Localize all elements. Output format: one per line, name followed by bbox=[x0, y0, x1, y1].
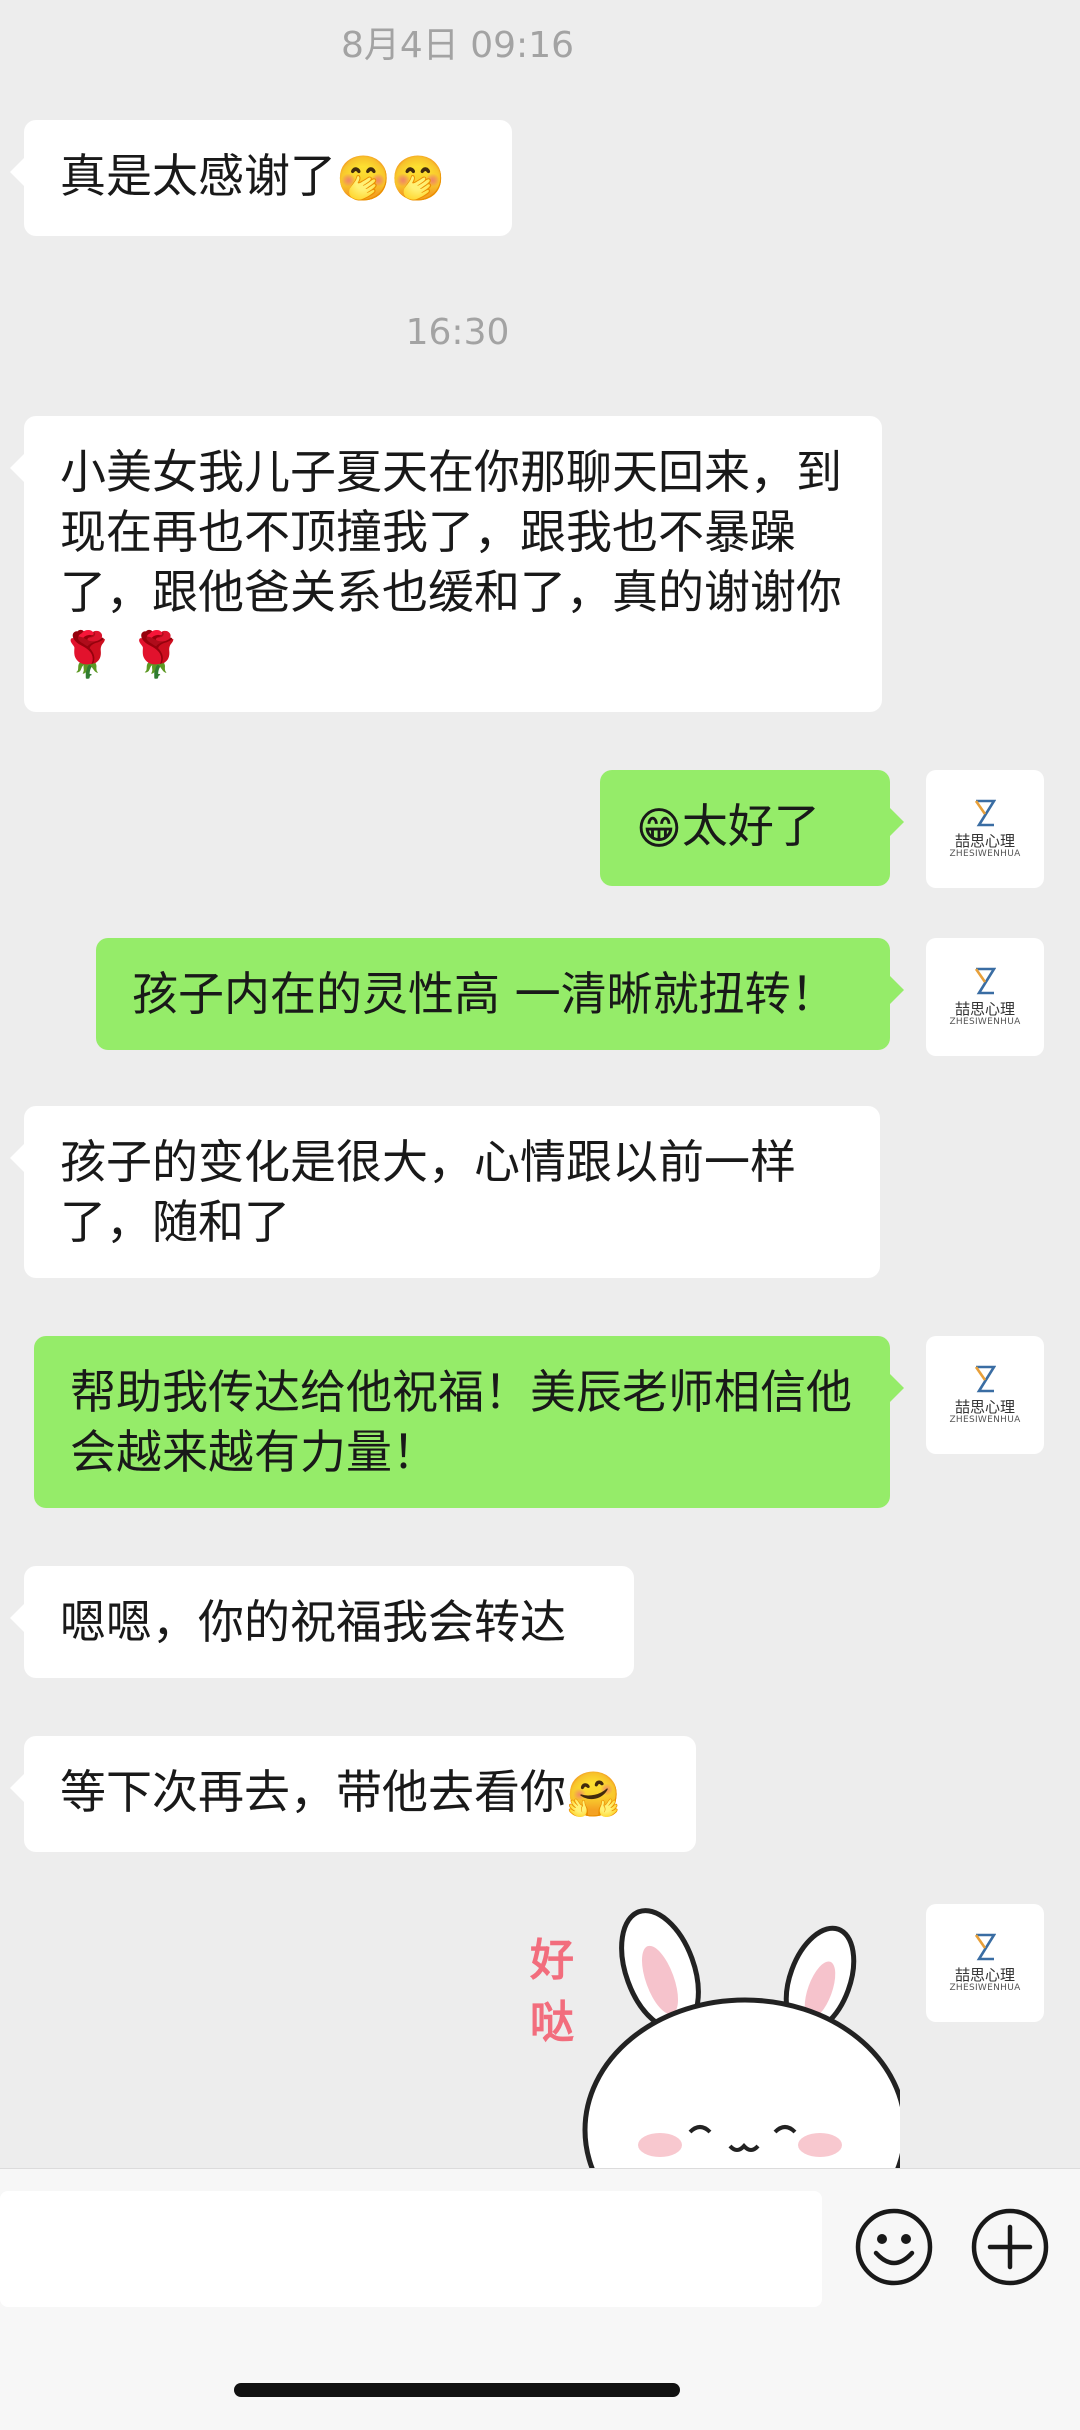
smiley-face-icon[interactable] bbox=[854, 2207, 934, 2287]
avatar[interactable]: 喆思心理 ZHESIWENHUA bbox=[926, 770, 1044, 888]
message-bubble-received[interactable]: 等下次再去，带他去看你🤗 bbox=[10, 1736, 696, 1852]
avatar-name: 喆思心理 bbox=[954, 1397, 1015, 1416]
emoji-hugging: 🤗 bbox=[566, 1769, 621, 1821]
message-bubble-sent[interactable]: 孩子内在的灵性高 一清晰就扭转！ bbox=[96, 938, 904, 1050]
message-text: 帮助我传达给他祝福！美辰老师相信他会越来越有力量！ bbox=[70, 1365, 852, 1479]
avatar-name: 喆思心理 bbox=[954, 831, 1015, 850]
avatar[interactable]: 喆思心理 ZHESIWENHUA bbox=[926, 938, 1044, 1056]
emoji-grinning: 😁 bbox=[636, 803, 682, 855]
message-text: 孩子内在的灵性高 一清晰就扭转！ bbox=[132, 967, 837, 1021]
bunny-sticker[interactable]: 好哒 bbox=[520, 1900, 900, 2170]
message-bubble-received[interactable]: 嗯嗯，你的祝福我会转达 bbox=[10, 1566, 634, 1678]
message-bubble-received[interactable]: 真是太感谢了🤭🤭 bbox=[10, 120, 512, 236]
message-text: 等下次再去，带他去看你 bbox=[60, 1765, 566, 1819]
plus-circle-icon[interactable] bbox=[970, 2207, 1050, 2287]
hourglass-logo-icon bbox=[974, 799, 996, 826]
hourglass-logo-icon bbox=[974, 1933, 996, 1960]
avatar-name: 喆思心理 bbox=[954, 1965, 1015, 1984]
avatar-name-en: ZHESIWENHUA bbox=[949, 1414, 1021, 1425]
message-text: 嗯嗯，你的祝福我会转达 bbox=[60, 1595, 566, 1649]
avatar-name: 喆思心理 bbox=[954, 999, 1015, 1018]
avatar[interactable]: 喆思心理 ZHESIWENHUA bbox=[926, 1904, 1044, 2022]
message-text: 太好了 bbox=[681, 799, 820, 853]
avatar-name-en: ZHESIWENHUA bbox=[949, 848, 1021, 859]
chat-timestamp: 8月4日 09:16 bbox=[341, 25, 574, 66]
message-input[interactable] bbox=[0, 2191, 822, 2307]
message-bubble-sent[interactable]: 帮助我传达给他祝福！美辰老师相信他会越来越有力量！ bbox=[34, 1336, 904, 1508]
hourglass-logo-icon bbox=[974, 967, 996, 994]
chat-timestamp: 16:30 bbox=[405, 312, 510, 353]
message-bubble-received[interactable]: 孩子的变化是很大，心情跟以前一样了，随和了 bbox=[10, 1106, 880, 1278]
message-text: 真是太感谢了 bbox=[60, 149, 336, 203]
message-bubble-received[interactable]: 小美女我儿子夏天在你那聊天回来，到现在再也不顶撞我了，跟我也不暴躁了，跟他爸关系… bbox=[10, 416, 882, 712]
avatar[interactable]: 喆思心理 ZHESIWENHUA bbox=[926, 1336, 1044, 1454]
home-indicator[interactable] bbox=[234, 2383, 680, 2397]
hourglass-logo-icon bbox=[974, 1365, 996, 1392]
avatar-name-en: ZHESIWENHUA bbox=[949, 1016, 1021, 1027]
message-bubble-sent[interactable]: 😁太好了 bbox=[600, 770, 904, 886]
emoji-hand-over-mouth: 🤭🤭 bbox=[336, 153, 446, 205]
message-text: 小美女我儿子夏天在你那聊天回来，到现在再也不顶撞我了，跟我也不暴躁了，跟他爸关系… bbox=[60, 445, 842, 619]
emoji-rose: 🌹 🌹 bbox=[60, 629, 184, 681]
sticker-text: 好哒 bbox=[530, 1935, 574, 2048]
avatar-name-en: ZHESIWENHUA bbox=[949, 1982, 1021, 1993]
message-text: 孩子的变化是很大，心情跟以前一样了，随和了 bbox=[60, 1135, 796, 1249]
